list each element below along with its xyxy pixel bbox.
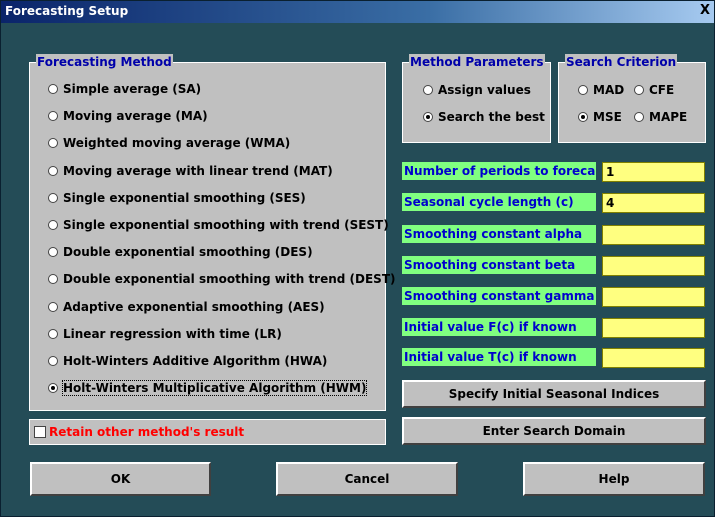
- radio-circle-icon: [48, 274, 58, 285]
- method-option[interactable]: Double exponential smoothing with trend …: [48, 272, 396, 286]
- search-criterion-legend: Search Criterion: [565, 54, 678, 70]
- radio-circle-icon: [48, 328, 58, 339]
- radio-search-the-best[interactable]: Search the best: [423, 110, 545, 124]
- param-label-periods: Number of periods to forecast: [402, 162, 596, 180]
- radio-label: MAPE: [649, 110, 688, 124]
- method-option[interactable]: Holt-Winters Additive Algorithm (HWA): [48, 354, 327, 368]
- radio-circle-icon: [423, 112, 433, 122]
- radio-mad[interactable]: MAD: [578, 83, 624, 97]
- method-option-label: Linear regression with time (LR): [63, 326, 282, 341]
- method-option-label: Double exponential smoothing with trend …: [63, 272, 396, 287]
- radio-label: Search the best: [438, 110, 545, 124]
- param-label-initial-f: Initial value F(c) if known: [402, 318, 596, 336]
- method-option[interactable]: Weighted moving average (WMA): [48, 136, 290, 150]
- forecasting-method-group: Forecasting Method Simple average (SA) Mo…: [29, 54, 396, 411]
- radio-circle-icon: [48, 192, 58, 203]
- radio-cfe[interactable]: CFE: [634, 83, 674, 97]
- radio-label: CFE: [649, 83, 675, 97]
- method-option-label: Single exponential smoothing with trend …: [63, 218, 389, 232]
- param-label-gamma: Smoothing constant gamma: [402, 287, 596, 305]
- radio-label: Assign values: [438, 83, 531, 97]
- radio-circle-icon: [48, 356, 58, 366]
- param-label-beta: Smoothing constant beta: [402, 256, 596, 274]
- method-option-label: Adaptive exponential smoothing (AES): [63, 299, 325, 314]
- title-bar[interactable]: Forecasting Setup X: [1, 1, 714, 23]
- radio-label: MAD: [593, 83, 625, 97]
- search-criterion-group: Search Criterion MAD CFE MSE MAPE: [558, 54, 706, 143]
- window-title: Forecasting Setup: [5, 4, 129, 18]
- method-option[interactable]: Adaptive exponential smoothing (AES): [48, 300, 325, 314]
- radio-circle-icon: [634, 85, 644, 95]
- param-label-alpha: Smoothing constant alpha: [402, 225, 596, 243]
- help-button[interactable]: Help: [523, 462, 705, 496]
- method-option[interactable]: Linear regression with time (LR): [48, 327, 282, 341]
- radio-circle-icon: [634, 112, 644, 122]
- method-option-label: Simple average (SA): [63, 82, 202, 96]
- seasonal-cycle-length-field[interactable]: [602, 193, 705, 213]
- enter-search-domain-button[interactable]: Enter Search Domain: [402, 417, 706, 445]
- method-option-label: Moving average (MA): [63, 109, 208, 124]
- radio-label: MSE: [593, 110, 622, 124]
- forecasting-method-legend: Forecasting Method: [36, 54, 173, 70]
- method-option-label: Double exponential smoothing (DES): [63, 245, 313, 260]
- initial-t-field[interactable]: [602, 348, 705, 368]
- radio-circle-icon: [48, 301, 58, 312]
- radio-circle-icon: [578, 112, 588, 122]
- method-option[interactable]: Simple average (SA): [48, 82, 201, 96]
- method-parameters-legend: Method Parameters: [409, 54, 545, 70]
- radio-circle-icon: [578, 85, 588, 95]
- method-option[interactable]: Double exponential smoothing (DES): [48, 245, 313, 259]
- specify-seasonal-indices-button[interactable]: Specify Initial Seasonal Indices: [402, 380, 706, 408]
- radio-circle-icon: [48, 111, 58, 122]
- smoothing-gamma-field[interactable]: [602, 287, 705, 307]
- radio-circle-icon: [48, 247, 58, 258]
- radio-assign-values[interactable]: Assign values: [423, 83, 531, 97]
- retain-result-checkbox[interactable]: [34, 426, 46, 438]
- method-option-label: Single exponential smoothing (SES): [63, 190, 306, 205]
- smoothing-beta-field[interactable]: [602, 256, 705, 276]
- help-label: Help: [598, 472, 630, 486]
- ok-label: OK: [110, 472, 131, 486]
- ok-button[interactable]: OK: [30, 462, 211, 496]
- enter-search-domain-label: Enter Search Domain: [482, 424, 626, 438]
- retain-result-row[interactable]: Retain other method's result: [29, 419, 386, 445]
- radio-mape[interactable]: MAPE: [634, 110, 687, 124]
- forecasting-setup-dialog: Forecasting Setup X Forecasting Method S…: [0, 0, 715, 517]
- periods-to-forecast-field[interactable]: [602, 162, 705, 182]
- method-option-label: Weighted moving average (WMA): [63, 136, 291, 151]
- method-option[interactable]: Moving average with linear trend (MAT): [48, 164, 333, 178]
- method-option-label: Holt-Winters Additive Algorithm (HWA): [63, 354, 328, 368]
- radio-circle-icon: [423, 85, 433, 95]
- radio-circle-icon: [48, 220, 58, 230]
- cancel-label: Cancel: [344, 472, 390, 486]
- cancel-button[interactable]: Cancel: [276, 462, 458, 496]
- initial-f-field[interactable]: [602, 318, 705, 338]
- param-label-initial-t: Initial value T(c) if known: [402, 348, 596, 366]
- method-option-label: Moving average with linear trend (MAT): [63, 163, 333, 178]
- method-option[interactable]: Moving average (MA): [48, 109, 208, 123]
- radio-circle-icon: [48, 138, 58, 149]
- radio-circle-icon: [48, 84, 58, 94]
- close-icon[interactable]: X: [698, 4, 712, 18]
- smoothing-alpha-field[interactable]: [602, 225, 705, 245]
- method-option-label: Holt-Winters Multiplicative Algorithm (H…: [61, 380, 368, 397]
- specify-seasonal-indices-label: Specify Initial Seasonal Indices: [448, 387, 660, 401]
- param-label-seasonal-cycle: Seasonal cycle length (c): [402, 193, 596, 211]
- radio-mse[interactable]: MSE: [578, 110, 622, 124]
- method-parameters-group: Method Parameters Assign values Search t…: [402, 54, 551, 143]
- method-option[interactable]: Single exponential smoothing with trend …: [48, 218, 389, 232]
- method-option[interactable]: Holt-Winters Multiplicative Algorithm (H…: [48, 380, 368, 397]
- radio-circle-icon: [48, 383, 58, 394]
- retain-result-label: Retain other method's result: [49, 425, 245, 439]
- radio-circle-icon: [48, 165, 58, 176]
- method-option[interactable]: Single exponential smoothing (SES): [48, 191, 306, 205]
